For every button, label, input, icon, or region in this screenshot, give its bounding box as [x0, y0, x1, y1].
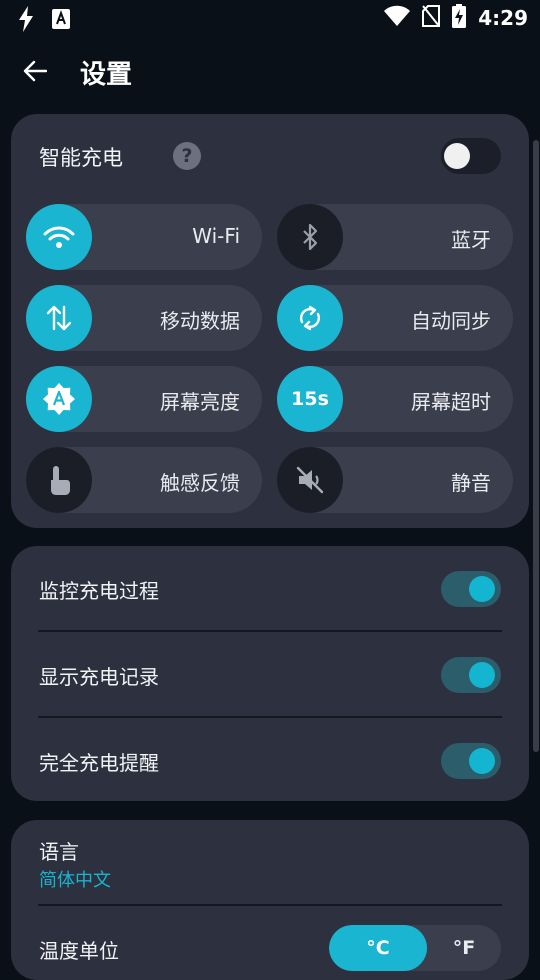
wifi-icon [384, 5, 411, 31]
back-button[interactable] [18, 54, 52, 88]
help-icon[interactable]: ? [173, 142, 201, 170]
touch-icon [51, 466, 70, 495]
smart-charge-label: 智能充电 [39, 146, 123, 170]
top-app-bar: 设置 [0, 42, 540, 100]
tile-mobile-data-circle [26, 285, 92, 351]
tile-label: 屏幕亮度 [160, 390, 240, 414]
tile-bluetooth[interactable]: 蓝牙 [277, 204, 513, 270]
tile-mute[interactable]: 静音 [277, 447, 513, 513]
quick-settings-card: 智能充电 ? Wi-Fi 蓝牙 移动数据 自动同步 屏幕亮度 15s 屏幕超时 … [11, 114, 529, 528]
tile-label: 静音 [451, 471, 491, 495]
toggle-knob [469, 662, 495, 688]
tile-auto-sync[interactable]: 自动同步 [277, 285, 513, 351]
tile-screen-timeout-circle: 15s [277, 366, 343, 432]
general-settings-card: 语言 简体中文 温度单位 °C °F [11, 820, 529, 980]
tile-bluetooth-circle [277, 204, 343, 270]
scrollbar[interactable] [533, 140, 539, 752]
charge-history-toggle[interactable] [441, 657, 501, 693]
no-sim-icon [422, 5, 441, 31]
toggle-knob [469, 576, 495, 602]
toggle-knob [469, 748, 495, 774]
celsius-option[interactable]: °C [329, 925, 427, 971]
back-arrow-icon [23, 60, 47, 82]
smart-charge-row: 智能充电 ? [39, 138, 501, 174]
fahrenheit-option[interactable]: °F [427, 925, 501, 971]
page-title: 设置 [80, 60, 133, 90]
tile-label: 屏幕超时 [411, 390, 491, 414]
charge-history-label: 显示充电记录 [39, 665, 159, 689]
tile-brightness[interactable]: 屏幕亮度 [26, 366, 262, 432]
charging-settings-card: 监控充电过程 显示充电记录 完全充电提醒 [11, 546, 529, 801]
smart-charge-toggle[interactable] [441, 138, 501, 174]
charge-history-row[interactable]: 显示充电记录 [39, 632, 501, 718]
battery-charging-icon [452, 4, 467, 32]
tile-wifi-circle [26, 204, 92, 270]
full-charge-alert-label: 完全充电提醒 [39, 751, 159, 775]
keyboard-a-icon [52, 9, 70, 33]
language-label: 语言 [39, 840, 79, 864]
sync-icon [299, 305, 321, 331]
wifi-icon [43, 226, 75, 248]
divider [38, 904, 502, 906]
volume-mute-icon [296, 466, 324, 494]
temperature-unit-switch: °C °F [329, 925, 501, 971]
status-time: 4:29 [478, 6, 528, 30]
monitor-charging-label: 监控充电过程 [39, 579, 159, 603]
tile-mobile-data[interactable]: 移动数据 [26, 285, 262, 351]
tile-label: 移动数据 [160, 309, 240, 333]
tile-label: 触感反馈 [160, 471, 240, 495]
tile-label: 自动同步 [411, 309, 491, 333]
tile-screen-timeout[interactable]: 15s 屏幕超时 [277, 366, 513, 432]
tile-brightness-circle [26, 366, 92, 432]
status-bar: 4:29 [0, 0, 540, 36]
tile-haptic-circle [26, 447, 92, 513]
tile-label: Wi-Fi [192, 224, 240, 248]
monitor-charging-row[interactable]: 监控充电过程 [39, 546, 501, 632]
full-charge-alert-toggle[interactable] [441, 743, 501, 779]
tile-label: 蓝牙 [451, 228, 491, 252]
tile-haptic[interactable]: 触感反馈 [26, 447, 262, 513]
timeout-badge: 15s [291, 388, 329, 410]
mobile-data-icon [46, 305, 72, 331]
brightness-auto-icon [43, 383, 75, 415]
full-charge-alert-row[interactable]: 完全充电提醒 [39, 718, 501, 804]
toggle-knob [444, 143, 470, 169]
bluetooth-icon [303, 223, 318, 251]
flash-icon [18, 6, 34, 36]
tile-mute-circle [277, 447, 343, 513]
tile-wifi[interactable]: Wi-Fi [26, 204, 262, 270]
language-value[interactable]: 简体中文 [39, 866, 111, 892]
tile-auto-sync-circle [277, 285, 343, 351]
monitor-charging-toggle[interactable] [441, 571, 501, 607]
